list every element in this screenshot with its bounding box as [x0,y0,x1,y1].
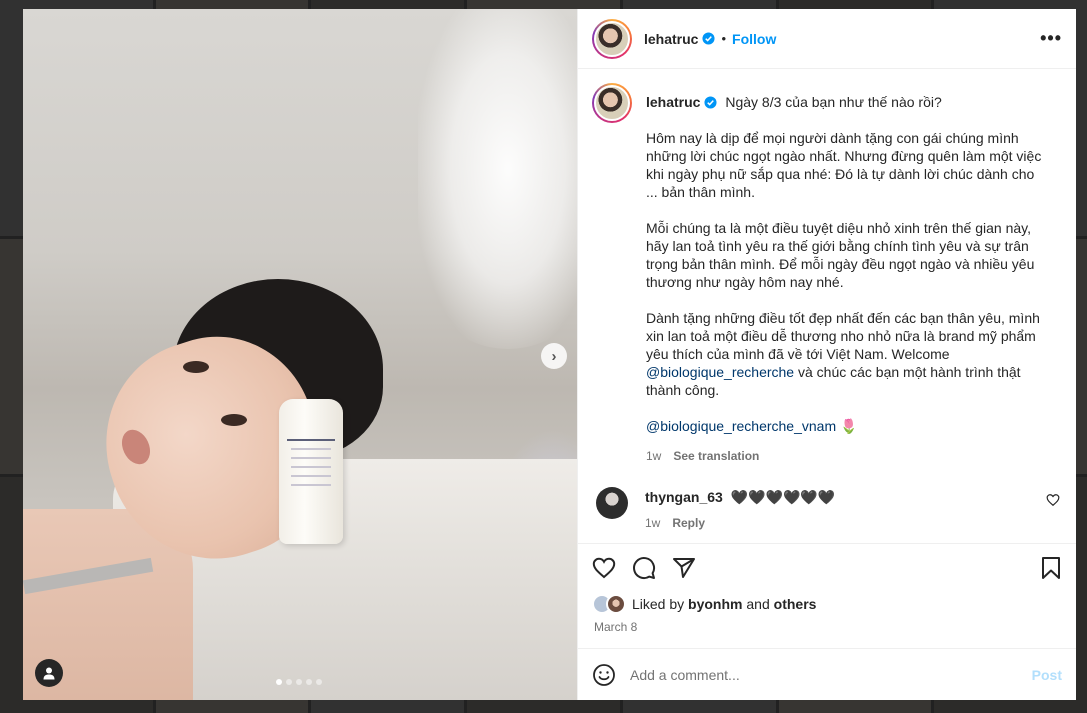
comment-time[interactable]: 1w [645,516,660,530]
light-flare [418,9,577,349]
next-slide-button[interactable]: › [541,343,567,369]
caption-time[interactable]: 1w [646,449,661,463]
avatar[interactable] [592,18,632,59]
eye [221,414,247,426]
share-paper-plane-icon[interactable] [672,556,696,580]
tagged-users-button[interactable] [35,659,63,687]
author-username[interactable]: lehatruc [644,31,698,47]
action-icons [592,556,1062,580]
carousel-dot [276,679,282,685]
comment-bubble-icon[interactable] [632,556,656,580]
comment-username[interactable]: thyngan_63 [645,489,723,505]
chevron-right-icon: › [551,347,557,365]
caption-paragraph: Dành tặng những điều tốt đẹp nhất đến cá… [646,309,1046,399]
comment-composer: Post [578,648,1076,700]
comments-section[interactable]: lehatruc Ngày 8/3 của bạn như thế nào rồ… [578,69,1076,543]
avatar[interactable] [596,487,628,519]
eye [183,361,209,373]
post-image[interactable]: › [23,9,577,700]
mention-link[interactable]: @biologique_recherche_vnam [646,418,836,434]
likes-summary: Liked by byonhm and others [592,594,1062,614]
post-actions: Liked by byonhm and others March 8 [578,543,1076,634]
comment-meta: 1w Reply [645,516,1046,530]
post-comment-button[interactable]: Post [1032,667,1062,683]
avatar[interactable] [592,83,632,123]
verified-badge-icon [702,32,716,45]
avatar [606,594,626,614]
save-bookmark-icon[interactable] [1040,556,1062,580]
caption-paragraph: Mỗi chúng ta là một điều tuyệt diệu nhỏ … [646,220,1035,290]
caption-username[interactable]: lehatruc [646,94,700,110]
caption: lehatruc Ngày 8/3 của bạn như thế nào rồ… [592,83,1060,465]
post-side-panel: lehatruc • Follow ••• lehatruc Ngày 8/3 … [577,9,1076,700]
carousel-dot [306,679,312,685]
caption-text-first: Ngày 8/3 của bạn như thế nào rồi? [725,94,942,110]
mention-link[interactable]: @biologique_recherche [646,364,794,380]
verified-badge-icon [704,96,718,109]
follow-button[interactable]: Follow [732,31,776,47]
caption-text: Dành tặng những điều tốt đẹp nhất đến cá… [646,310,1040,362]
see-translation-link[interactable]: See translation [673,449,759,463]
caption-body: lehatruc Ngày 8/3 của bạn như thế nào rồ… [646,83,1046,465]
comment-item: thyngan_63 🖤🖤🖤🖤🖤🖤 1w Reply [592,487,1060,530]
user-icon [43,667,55,680]
liked-by-label: Liked by [632,596,685,612]
reply-button[interactable]: Reply [672,516,705,530]
post-date[interactable]: March 8 [594,620,1062,634]
caption-paragraph: Hôm nay là dịp để mọi người dành tặng co… [646,130,1042,200]
caption-meta: 1w See translation [646,447,1046,465]
caption-paragraph: @biologique_recherche_vnam 🌷 [646,417,1046,435]
comment-body: thyngan_63 🖤🖤🖤🖤🖤🖤 1w Reply [645,487,1046,530]
emoji-icon[interactable] [592,663,616,687]
carousel-dot [296,679,302,685]
comment-input[interactable] [630,666,1032,683]
caption-first-line: lehatruc Ngày 8/3 của bạn như thế nào rồ… [646,93,1046,111]
separator-dot: • [721,31,727,46]
like-heart-icon[interactable] [592,556,616,580]
carousel-dot [316,679,322,685]
liker-username[interactable]: byonhm [688,596,742,612]
liked-and-label: and [746,596,770,612]
product-bottle [279,399,343,544]
liker-avatars [592,594,626,614]
comment-text: 🖤🖤🖤🖤🖤🖤 [730,489,836,505]
bottle-label [287,439,335,519]
like-comment-heart-icon[interactable] [1046,493,1060,507]
post-header: lehatruc • Follow ••• [578,9,1076,69]
carousel-dot [286,679,292,685]
likes-others-link[interactable]: others [774,596,817,612]
carousel-indicator [276,679,322,685]
tulip-emoji: 🌷 [840,418,858,434]
more-options-icon[interactable]: ••• [1040,28,1062,49]
post-modal: › lehatruc • Follow ••• lehatruc Ngày 8/… [23,9,1076,700]
